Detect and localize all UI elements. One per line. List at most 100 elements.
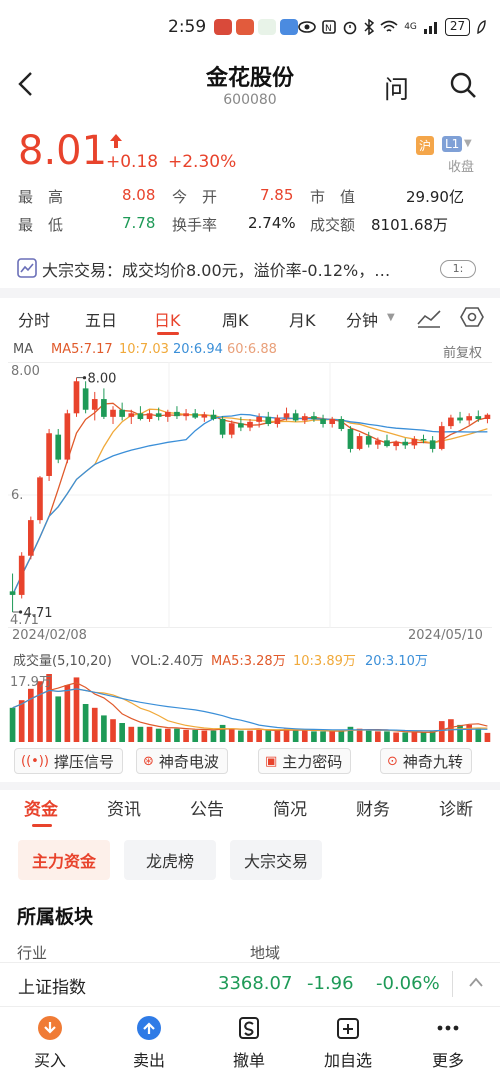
candle-body bbox=[46, 433, 52, 476]
volume-bar bbox=[174, 728, 180, 742]
signal-buttons: ((•)) 撑压信号 ⊛ 神奇电波 ▣ 主力密码 ⊙ 神奇九转 bbox=[0, 746, 500, 778]
magic-wave-button[interactable]: ⊛ 神奇电波 bbox=[136, 748, 228, 774]
volume-bar bbox=[411, 732, 418, 742]
more-dots-icon bbox=[437, 1025, 459, 1031]
cancel-order-icon bbox=[239, 1017, 259, 1039]
tab-profile[interactable]: 简况 bbox=[273, 795, 307, 820]
candle-body bbox=[438, 426, 445, 449]
stats-row: 最 低 7.78 换手率 2.74% 成交额 8101.68万 bbox=[18, 212, 488, 240]
main-force-code-button[interactable]: ▣ 主力密码 bbox=[258, 748, 352, 774]
volume-bar bbox=[429, 731, 436, 742]
volume-chart[interactable]: 17.9万 bbox=[8, 668, 492, 742]
market-status: 收盘 bbox=[448, 160, 475, 175]
lock-icon: ▣ bbox=[265, 753, 278, 769]
tab-main-funds[interactable]: 主力资金 bbox=[18, 840, 110, 880]
tab-weekly-k[interactable]: 周K bbox=[222, 307, 249, 331]
up-arrow-icon bbox=[110, 134, 122, 148]
magic-nine-button[interactable]: ⊙ 神奇九转 bbox=[380, 748, 472, 774]
volume-bar bbox=[365, 730, 372, 742]
price-change: +0.18 bbox=[106, 152, 159, 172]
cancel-order-button[interactable]: 撤单 bbox=[214, 1015, 284, 1071]
chart-trend-icon bbox=[17, 258, 37, 278]
sector-region-header: 地域 bbox=[250, 944, 281, 962]
candle-body bbox=[238, 423, 244, 428]
volume-bar bbox=[484, 732, 491, 742]
tab-funds[interactable]: 资金 bbox=[24, 795, 58, 820]
tab-diagnosis[interactable]: 诊断 bbox=[439, 795, 473, 820]
candle-body bbox=[329, 419, 336, 424]
buy-label: 买入 bbox=[33, 1051, 66, 1070]
chevron-down-icon[interactable]: ▼ bbox=[387, 312, 395, 323]
candle-body bbox=[219, 419, 226, 435]
signal-icon bbox=[423, 22, 437, 34]
leaf-icon bbox=[477, 20, 486, 34]
volume-bar bbox=[18, 700, 25, 742]
volume-bar bbox=[183, 729, 189, 742]
stat-open: 7.85 bbox=[260, 186, 294, 204]
fund-sub-tabs: 主力资金 龙虎榜 大宗交易 bbox=[0, 840, 500, 882]
price-change-pct: +2.30% bbox=[168, 152, 237, 172]
tab-financials[interactable]: 财务 bbox=[356, 795, 390, 820]
more-label: 更多 bbox=[431, 1051, 464, 1070]
volume-bar bbox=[438, 721, 445, 742]
candle-body bbox=[402, 441, 409, 446]
chevron-circle-icon: ⊙ bbox=[387, 753, 398, 769]
buy-button[interactable]: 买入 bbox=[15, 1015, 85, 1071]
volume-bar bbox=[219, 724, 226, 742]
index-name: 上证指数 bbox=[18, 978, 86, 998]
status-bar: 2:59 N 4G 27 bbox=[0, 0, 500, 54]
search-icon[interactable] bbox=[448, 70, 478, 100]
block-trade-banner[interactable]: 大宗交易：成交均价8.00元，溢价率-0.12%，… 1: bbox=[0, 252, 500, 286]
tab-news[interactable]: 资讯 bbox=[107, 795, 141, 820]
volume-bar bbox=[91, 707, 98, 742]
candle-body bbox=[119, 409, 125, 417]
volume-ma10: 10:3.89万 bbox=[293, 654, 356, 669]
volume-bar bbox=[448, 719, 454, 742]
candlestick-chart[interactable]: 8.00 4.71 6. 8.004.71 bbox=[8, 362, 492, 628]
settings-hexagon-icon[interactable] bbox=[460, 306, 484, 328]
active-tab-indicator bbox=[32, 824, 52, 827]
tab-five-day[interactable]: 五日 bbox=[85, 307, 117, 331]
candle-body bbox=[475, 416, 482, 420]
index-ticker-bar[interactable]: 上证指数 3368.07 -1.96 -0.06% bbox=[0, 962, 500, 1006]
ma10-line bbox=[12, 408, 488, 596]
tab-announcements[interactable]: 公告 bbox=[190, 795, 224, 820]
volume-bar bbox=[228, 728, 235, 742]
more-button[interactable]: 更多 bbox=[413, 1015, 483, 1071]
sector-industry-header: 行业 bbox=[17, 944, 48, 962]
candle-body bbox=[64, 413, 71, 460]
block-trade-badge[interactable]: 1: bbox=[440, 260, 476, 278]
volume-bar bbox=[402, 732, 409, 742]
tab-dragon-tiger[interactable]: 龙虎榜 bbox=[124, 840, 216, 880]
tab-minute[interactable]: 分钟 bbox=[346, 307, 378, 331]
volume-bar bbox=[247, 730, 253, 742]
tab-daily-k[interactable]: 日K bbox=[154, 307, 181, 331]
stat-high: 8.08 bbox=[122, 186, 156, 204]
candle-body bbox=[73, 381, 80, 414]
support-resistance-button[interactable]: ((•)) 撑压信号 bbox=[14, 748, 123, 774]
level-tag[interactable]: L1 bbox=[442, 136, 463, 152]
status-indicators: N 4G 27 bbox=[298, 18, 486, 36]
bluetooth-icon bbox=[364, 19, 375, 35]
volume-bar bbox=[384, 731, 390, 742]
add-watchlist-button[interactable]: 加自选 bbox=[313, 1015, 383, 1071]
signal-label: 撑压信号 bbox=[53, 752, 114, 771]
ma-label: MA bbox=[13, 342, 34, 357]
sell-button[interactable]: 卖出 bbox=[114, 1015, 184, 1071]
tab-block-trade[interactable]: 大宗交易 bbox=[230, 840, 322, 880]
chevron-up-icon[interactable] bbox=[468, 975, 484, 989]
volume-bar bbox=[155, 728, 162, 742]
tab-intraday[interactable]: 分时 bbox=[18, 307, 50, 331]
chevron-down-icon[interactable]: ▼ bbox=[464, 138, 472, 149]
ask-question-button[interactable]: 问 bbox=[384, 70, 409, 106]
candle-body bbox=[429, 440, 436, 449]
adjust-mode[interactable]: 前复权 bbox=[443, 342, 482, 361]
candle-body bbox=[283, 413, 290, 418]
volume-bar bbox=[238, 730, 244, 742]
indicator-line-icon[interactable] bbox=[416, 308, 442, 328]
volume-bar bbox=[82, 704, 89, 742]
stat-label: 今 开 bbox=[172, 188, 218, 206]
chart-top-label: 8.00 bbox=[11, 364, 40, 379]
volume-bar bbox=[210, 730, 217, 742]
tab-monthly-k[interactable]: 月K bbox=[289, 307, 316, 331]
